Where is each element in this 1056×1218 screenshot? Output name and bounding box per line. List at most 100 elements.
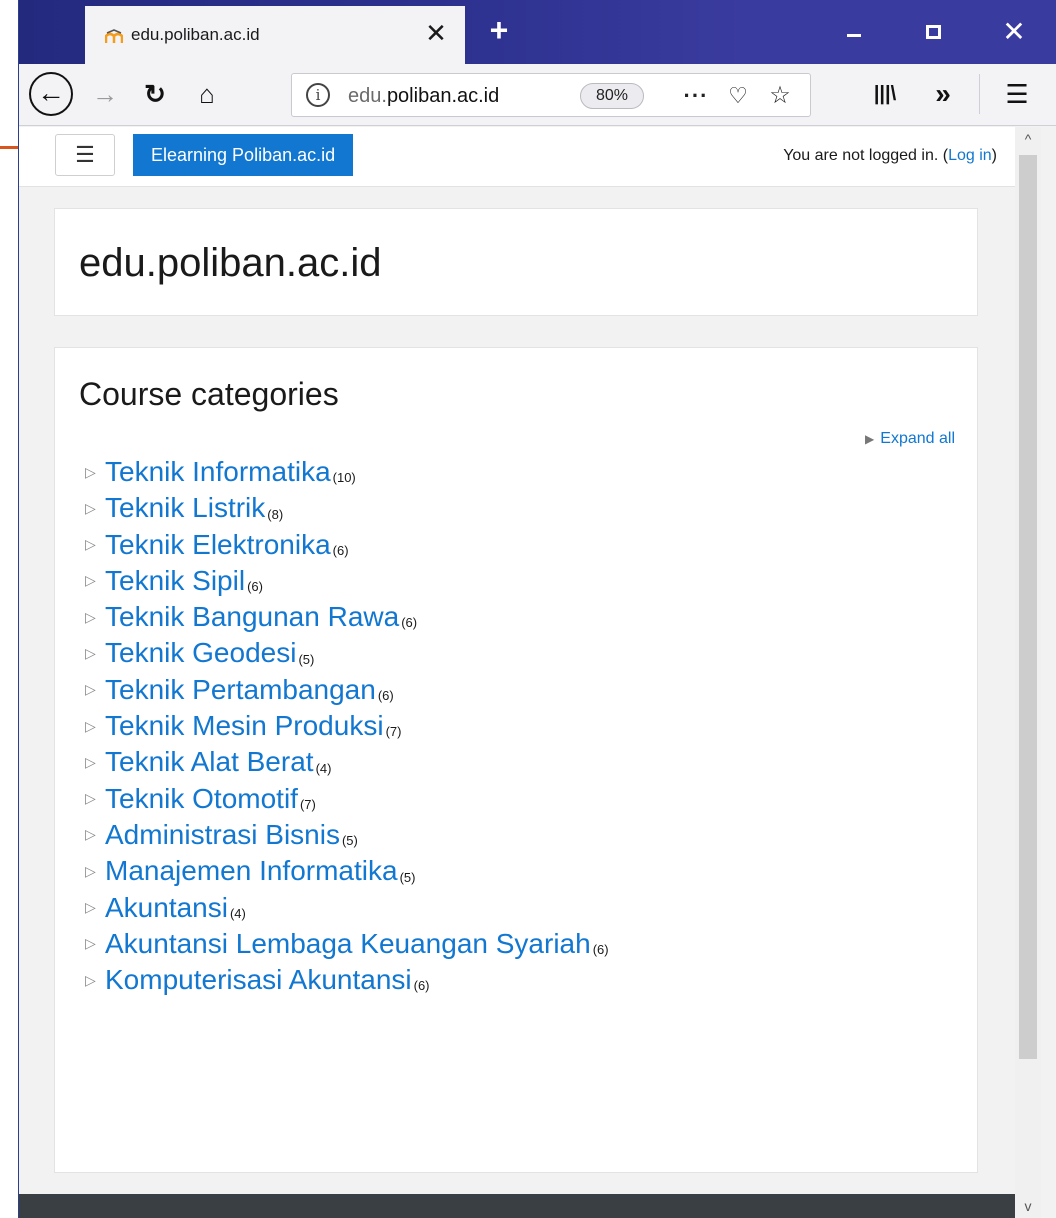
collapse-triangle-icon[interactable]: ▷: [85, 863, 105, 880]
category-link[interactable]: Teknik Mesin Produksi: [105, 710, 384, 741]
category-count: (6): [247, 579, 263, 595]
category-item: ▷ Teknik Otomotif (7): [85, 783, 965, 819]
category-count: (6): [332, 542, 349, 558]
collapse-triangle-icon[interactable]: ▷: [85, 718, 105, 735]
overflow-chevron-icon[interactable]: »: [923, 74, 963, 114]
category-link[interactable]: Teknik Otomotif: [105, 783, 298, 814]
category-item: ▷ Teknik Listrik (8): [85, 492, 965, 528]
zoom-level-badge[interactable]: 80%: [580, 83, 644, 109]
login-suffix: ): [991, 147, 997, 164]
hamburger-menu-icon[interactable]: ☰: [997, 74, 1037, 114]
url-domain: poliban.ac.id: [386, 85, 500, 107]
collapse-triangle-icon[interactable]: ▷: [85, 681, 105, 698]
category-count: (6): [592, 942, 609, 958]
category-list: ▷ Teknik Informatika (10) ▷ Teknik Listrik (8…: [85, 456, 965, 1000]
site-navbar: ☰ Elearning Poliban.ac.id You are not lo…: [19, 127, 1015, 187]
category-count: (5): [399, 869, 416, 885]
navigation-toolbar: ← → ↻ ⌂ i edu.poliban.ac.id 80% ··· ♡ ☆ …: [19, 64, 1056, 126]
collapse-triangle-icon[interactable]: ▷: [85, 500, 105, 517]
category-count: (6): [377, 688, 394, 704]
category-link[interactable]: Teknik Bangunan Rawa: [105, 601, 399, 632]
expand-triangle-icon: ▶: [865, 432, 875, 446]
browser-tab[interactable]: edu.poliban.ac.id ✕: [85, 6, 465, 64]
new-tab-icon[interactable]: +: [479, 10, 519, 50]
category-count: (10): [332, 470, 356, 486]
scroll-up-icon[interactable]: ^: [1015, 127, 1041, 151]
library-icon[interactable]: |||\: [865, 74, 905, 114]
categories-heading: Course categories: [79, 376, 339, 412]
collapse-triangle-icon[interactable]: ▷: [85, 572, 105, 589]
collapse-triangle-icon[interactable]: ▷: [85, 464, 105, 481]
category-item: ▷ Teknik Elektronika (6): [85, 529, 965, 565]
category-item: ▷ Teknik Informatika (10): [85, 456, 965, 492]
collapse-triangle-icon[interactable]: ▷: [85, 935, 105, 952]
category-count: (5): [341, 833, 358, 849]
category-count: (8): [267, 506, 284, 522]
category-item: ▷ Manajemen Informatika (5): [85, 855, 965, 891]
category-item: ▷ Teknik Alat Berat (4): [85, 746, 965, 782]
back-arrow-icon[interactable]: ←: [29, 72, 73, 116]
title-bar: edu.poliban.ac.id ✕ + ✕: [19, 0, 1056, 64]
collapse-triangle-icon[interactable]: ▷: [85, 826, 105, 843]
moodle-favicon-icon: [105, 29, 123, 43]
more-actions-icon[interactable]: ···: [680, 80, 712, 112]
category-link[interactable]: Teknik Elektronika: [105, 529, 331, 560]
address-bar[interactable]: i edu.poliban.ac.id 80% ··· ♡ ☆: [291, 73, 811, 117]
info-icon[interactable]: i: [306, 83, 330, 107]
category-item: ▷ Teknik Sipil (6): [85, 565, 965, 601]
site-brand-link[interactable]: Elearning Poliban.ac.id: [133, 134, 354, 176]
tab-close-icon[interactable]: ✕: [421, 18, 451, 48]
page-heading: edu.poliban.ac.id: [79, 241, 382, 285]
collapse-triangle-icon[interactable]: ▷: [85, 899, 105, 916]
category-link[interactable]: Komputerisasi Akuntansi: [105, 964, 412, 995]
url-prefix: edu.: [348, 85, 387, 107]
category-link[interactable]: Teknik Pertambangan: [105, 674, 376, 705]
page-footer: [19, 1194, 1015, 1218]
window-close-icon[interactable]: ✕: [991, 12, 1037, 52]
pocket-icon[interactable]: ♡: [722, 80, 754, 112]
scrollbar-thumb[interactable]: [1019, 155, 1037, 1059]
expand-all-label: Expand all: [880, 430, 955, 447]
category-item: ▷ Administrasi Bisnis (5): [85, 819, 965, 855]
login-info: You are not logged in. (Log in): [783, 147, 997, 165]
category-link[interactable]: Manajemen Informatika: [105, 855, 398, 886]
category-item: ▷ Komputerisasi Akuntansi (6): [85, 964, 965, 1000]
category-item: ▷ Akuntansi (4): [85, 892, 965, 928]
browser-window: edu.poliban.ac.id ✕ + ✕ ← → ↻ ⌂ i edu.po…: [18, 0, 1056, 1218]
category-count: (4): [315, 760, 332, 776]
collapse-triangle-icon[interactable]: ▷: [85, 536, 105, 553]
category-link[interactable]: Teknik Listrik: [105, 492, 265, 523]
collapse-triangle-icon[interactable]: ▷: [85, 790, 105, 807]
collapse-triangle-icon[interactable]: ▷: [85, 609, 105, 626]
home-icon[interactable]: ⌂: [187, 74, 227, 114]
category-link[interactable]: Teknik Sipil: [105, 565, 245, 596]
forward-arrow-icon[interactable]: →: [85, 74, 125, 114]
category-item: ▷ Teknik Geodesi (5): [85, 637, 965, 673]
vertical-scrollbar[interactable]: ^ v: [1015, 127, 1041, 1218]
category-count: (5): [298, 651, 315, 667]
maximize-icon[interactable]: [911, 12, 957, 52]
category-link[interactable]: Akuntansi Lembaga Keuangan Syariah: [105, 928, 591, 959]
page-header-card: edu.poliban.ac.id: [54, 208, 978, 316]
login-link[interactable]: Log in: [948, 147, 992, 164]
category-item: ▷ Teknik Pertambangan (6): [85, 674, 965, 710]
collapse-triangle-icon[interactable]: ▷: [85, 972, 105, 989]
expand-all-link[interactable]: ▶ Expand all: [865, 430, 955, 448]
category-link[interactable]: Teknik Alat Berat: [105, 746, 314, 777]
reload-icon[interactable]: ↻: [135, 74, 175, 114]
category-item: ▷ Teknik Mesin Produksi (7): [85, 710, 965, 746]
category-item: ▷ Akuntansi Lembaga Keuangan Syariah (6): [85, 928, 965, 964]
category-link[interactable]: Akuntansi: [105, 892, 228, 923]
category-link[interactable]: Teknik Geodesi: [105, 637, 296, 668]
category-link[interactable]: Teknik Informatika: [105, 456, 331, 487]
bookmark-star-icon[interactable]: ☆: [764, 80, 796, 112]
category-link[interactable]: Administrasi Bisnis: [105, 819, 340, 850]
drawer-toggle-button[interactable]: ☰: [55, 134, 115, 176]
collapse-triangle-icon[interactable]: ▷: [85, 645, 105, 662]
toolbar-divider: [979, 74, 980, 114]
url-text: edu.poliban.ac.id: [348, 85, 499, 108]
scroll-down-icon[interactable]: v: [1015, 1194, 1041, 1218]
minimize-icon[interactable]: [831, 12, 877, 52]
category-count: (6): [401, 615, 418, 631]
collapse-triangle-icon[interactable]: ▷: [85, 754, 105, 771]
